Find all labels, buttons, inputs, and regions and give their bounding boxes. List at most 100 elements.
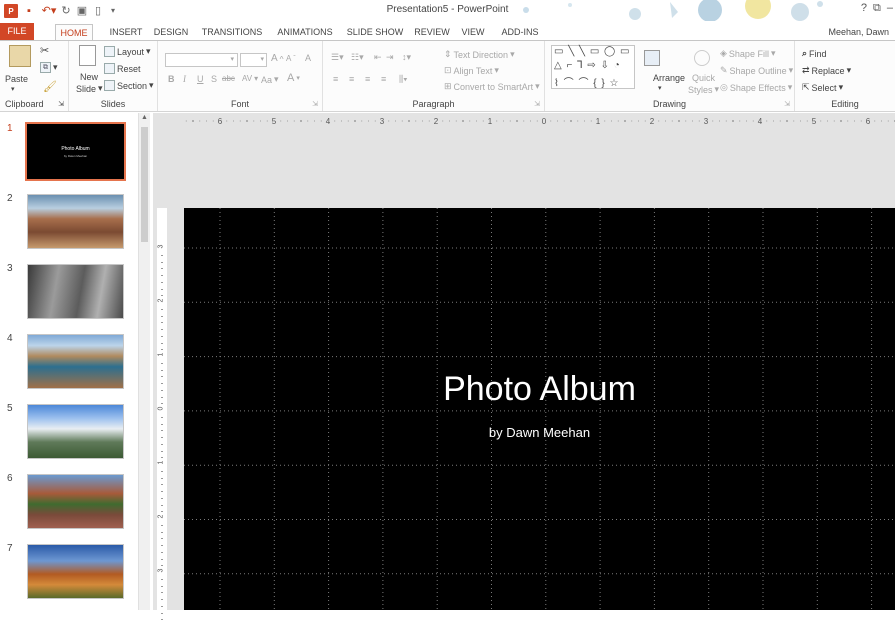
align-right-button[interactable]: ≡ [365,74,370,84]
arrange-icon[interactable] [644,50,660,66]
slide-subtitle[interactable]: by Dawn Meehan [184,425,895,440]
thumbnail-scrollbar[interactable]: ▲ [138,113,150,610]
slide-number: 6 [7,473,13,484]
ruler-tick [212,120,214,122]
shrink-font-button[interactable]: Aˇ [286,54,296,63]
paste-icon[interactable] [9,45,31,67]
slide-thumbnail-6[interactable] [27,474,124,529]
new-slide-icon[interactable] [79,45,96,66]
increase-indent-button[interactable]: ⇥ [386,52,394,63]
slide-thumbnail-5[interactable] [27,404,124,459]
text-shadow-button[interactable]: S [211,74,217,84]
tab-view[interactable]: VIEW [458,24,488,41]
slide-thumbnail-1[interactable]: Photo Album by Dawn Meehan [25,122,126,181]
slide-thumbnail-7[interactable] [27,544,124,599]
user-name[interactable]: Meehan, Dawn [828,27,889,37]
paragraph-launcher-icon[interactable]: ⇲ [534,100,540,108]
columns-button[interactable]: ⫼▾ [399,74,408,85]
tab-insert[interactable]: INSERT [106,24,146,41]
ruler-tick [887,120,889,122]
convert-smartart-button[interactable]: ⊞ Convert to SmartArt ▾ [444,81,540,92]
shapes-gallery[interactable]: ▭ ╲ ╲ ▭ ◯ ▭ △ ⌐ ⅂ ⇨ ⇩ ◔ ⌇ ⌒ ⌒ { } ☆ [551,45,635,89]
help-button[interactable]: ? [861,2,867,15]
ruler-label: 6 [218,117,223,126]
shape-effects-button[interactable]: ◎ Shape Effects ▾ [720,82,792,93]
center-button[interactable]: ≡ [349,74,354,84]
line-spacing-button[interactable]: ↕▾ [402,52,411,63]
slide-number: 4 [7,333,13,344]
align-left-button[interactable]: ≡ [333,74,338,84]
arrange-button[interactable]: Arrange [653,73,685,83]
font-name-combobox[interactable]: ▾ [165,53,238,67]
select-button[interactable]: ⇱ Select ▾ [802,82,843,93]
shape-fill-button[interactable]: ◈ Shape Fill ▾ [720,48,775,59]
paste-button[interactable]: Paste [5,74,28,84]
decrease-indent-button[interactable]: ⇤ [374,52,382,63]
tab-transitions[interactable]: TRANSITIONS [200,24,264,41]
slide-thumbnail-pane[interactable]: 1 Photo Album by Dawn Meehan 2 3 4 5 6 7… [0,113,153,610]
drawing-launcher-icon[interactable]: ⇲ [784,100,790,108]
character-spacing-button[interactable]: AV ▾ [242,74,258,83]
italic-button[interactable]: I [183,74,186,84]
replace-button[interactable]: ⇄ Replace ▾ [802,65,851,76]
smartart-label: Convert to SmartArt [453,81,534,92]
ruler-tick [161,437,163,438]
change-case-button[interactable]: Aa ▾ [261,74,279,85]
slide-number: 5 [7,403,13,414]
arrange-dropdown-icon[interactable]: ▾ [658,84,662,92]
tab-review[interactable]: REVIEW [412,24,452,41]
slide-thumbnail-2[interactable] [27,194,124,249]
vertical-ruler: 3 2 1 0 1 2 3 [157,208,167,620]
grow-font-button[interactable]: A ^ [271,53,284,64]
bold-button[interactable]: B [168,74,175,84]
ruler-tick [449,120,450,122]
layout-button[interactable]: Layout ▾ [104,46,151,57]
slide-thumbnail-3[interactable] [27,264,124,319]
strikethrough-button[interactable]: abc [222,74,235,83]
slide-thumbnail-4[interactable] [27,334,124,389]
justify-button[interactable]: ≡ [381,74,386,84]
quick-styles-icon[interactable] [694,50,710,66]
scrollbar-thumb[interactable] [141,127,148,242]
numbering-button[interactable]: ☷▾ [351,52,364,63]
format-painter-icon[interactable]: 🖌 [43,80,57,93]
clear-formatting-button[interactable]: A [305,53,311,63]
slide-canvas[interactable]: Photo Album by Dawn Meehan [184,208,895,610]
tab-animations[interactable]: ANIMATIONS [272,24,338,41]
font-size-combobox[interactable]: ▾ [240,53,267,67]
underline-button[interactable]: U [197,74,204,84]
reset-button[interactable]: Reset [104,63,141,74]
new-slide-dropdown[interactable]: Slide ▾ [76,83,103,94]
quick-styles-dropdown[interactable]: Styles ▾ [688,84,719,95]
tab-design[interactable]: DESIGN [151,24,191,41]
quick-styles-button[interactable]: Quick [692,73,715,83]
ruler-tick [617,120,619,122]
scroll-up-icon[interactable]: ▲ [141,114,148,121]
ruler-tick [725,120,727,122]
ribbon: Paste ▾ ✂ ⧉ ▾ 🖌 Clipboard ⇲ New Slide ▾ La… [0,40,895,112]
section-button[interactable]: Section ▾ [104,80,154,91]
tab-home[interactable]: HOME [55,24,93,41]
clipboard-launcher-icon[interactable]: ⇲ [58,100,64,108]
minimize-button[interactable]: – [887,2,893,15]
font-launcher-icon[interactable]: ⇲ [312,100,318,108]
slide-title[interactable]: Photo Album [184,370,895,409]
tab-slide-show[interactable]: SLIDE SHOW [345,24,405,41]
shape-outline-button[interactable]: ✎ Shape Outline ▾ [720,65,793,76]
ruler-tick [752,120,754,122]
new-slide-button[interactable]: New [80,72,98,82]
ribbon-display-button[interactable]: ⧉ [873,2,881,15]
text-direction-button[interactable]: ⇕ Text Direction ▾ [444,49,515,60]
paste-dropdown-icon[interactable]: ▾ [11,85,15,93]
tab-add-ins[interactable]: ADD-INS [496,24,544,41]
align-text-button[interactable]: ⊡ Align Text ▾ [444,65,499,76]
bullets-button[interactable]: ☰▾ [331,52,344,63]
tab-file[interactable]: FILE [0,23,34,41]
font-color-button[interactable]: A ▾ [287,72,300,84]
find-button[interactable]: ⌕ Find [802,48,827,59]
copy-icon[interactable]: ⧉ ▾ [40,62,58,73]
ruler-label: 1 [157,460,165,465]
cut-icon[interactable]: ✂ [40,44,49,57]
ruler-tick [161,369,163,371]
ruler-tick [161,416,163,418]
